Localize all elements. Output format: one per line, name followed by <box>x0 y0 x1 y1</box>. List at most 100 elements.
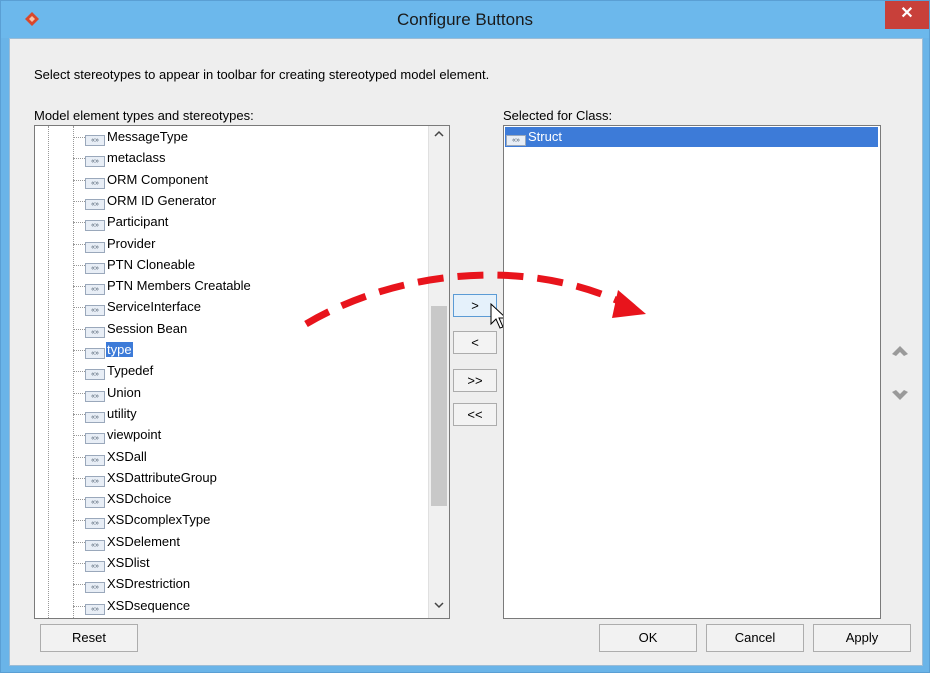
tree-item[interactable]: «» XSDattributeGroup <box>85 468 218 488</box>
tree-guide-line <box>48 126 49 618</box>
tree-connector <box>73 499 85 501</box>
left-scrollbar[interactable] <box>428 126 449 618</box>
tree-item-label: XSDrestriction <box>107 576 191 592</box>
tree-connector <box>73 520 85 522</box>
tree-item-label: XSDelement <box>107 533 180 549</box>
tree-item[interactable]: «» utility <box>85 404 138 424</box>
tree-item[interactable]: «» Union <box>85 383 142 403</box>
chevron-down-icon <box>434 602 444 609</box>
tree-item[interactable]: «» MessageType <box>85 127 189 147</box>
stereotype-icon: «» <box>85 220 105 232</box>
list-item[interactable]: «» Struct <box>505 127 878 147</box>
tree-item[interactable]: «» Session Bean <box>85 319 188 339</box>
tree-connector <box>73 286 85 288</box>
tree-connector <box>73 477 85 479</box>
tree-item-label: XSDattributeGroup <box>107 469 217 485</box>
tree-item[interactable]: «» Participant <box>85 212 169 232</box>
stereotype-icon: «» <box>85 348 105 359</box>
stereotype-icon: «» <box>85 518 105 530</box>
dialog-content: Select stereotypes to appear in toolbar … <box>9 38 923 666</box>
window-title: Configure Buttons <box>396 10 534 29</box>
tree-item-label: viewpoint <box>107 427 162 443</box>
tree-item[interactable]: «» XSDchoice <box>85 489 172 509</box>
remove-button[interactable]: < <box>453 331 497 354</box>
tree-item-label: ORM ID Generator <box>107 192 217 208</box>
model-types-label: Model element types and stereotypes: <box>34 108 254 123</box>
selected-stereotypes-list[interactable]: «» Struct <box>503 125 881 619</box>
chevron-up-icon <box>434 130 444 137</box>
stereotype-icon: «» <box>85 262 105 274</box>
tree-item[interactable]: «» XSDlist <box>85 553 151 573</box>
tree-item-label: PTN Cloneable <box>107 256 196 272</box>
stereotype-icon: «» <box>85 582 105 594</box>
stereotype-icon: «» <box>85 603 105 615</box>
stereotype-icon: «» <box>85 241 105 253</box>
tree-item[interactable]: «» Typedef <box>85 361 154 381</box>
tree-item[interactable]: «» metaclass <box>85 148 167 168</box>
move-up-icon[interactable] <box>890 344 910 358</box>
tree-connector <box>73 563 85 564</box>
tree-connector <box>73 392 85 394</box>
tree-connector <box>73 137 85 138</box>
tree-connector <box>73 435 85 437</box>
add-all-button[interactable]: >> <box>453 369 497 392</box>
stereotype-icon: «» <box>506 135 526 146</box>
title-bar[interactable]: Configure Buttons ✕ <box>1 1 929 38</box>
move-down-icon[interactable] <box>890 388 910 402</box>
reset-button[interactable]: Reset <box>40 624 138 652</box>
tree-item[interactable]: «» ORM ID Generator <box>85 191 217 211</box>
tree-item[interactable]: «» PTN Members Creatable <box>85 276 252 296</box>
tree-item-label: type <box>106 342 133 357</box>
tree-item[interactable]: «» ServiceInterface <box>85 297 202 317</box>
stereotype-icon: «» <box>85 177 105 189</box>
tree-item[interactable]: «» ORM Component <box>85 170 209 190</box>
stereotype-icon: «» <box>85 433 105 445</box>
configure-buttons-dialog: Configure Buttons ✕ Select stereotypes t… <box>0 0 930 673</box>
tree-item[interactable]: «» viewpoint <box>85 425 162 445</box>
scroll-up-arrow[interactable] <box>430 129 448 141</box>
stereotype-icon: «» <box>85 411 105 423</box>
tree-item-label: utility <box>107 405 137 421</box>
annotation-arrow <box>304 271 646 328</box>
tree-connector <box>73 541 85 543</box>
ok-button[interactable]: OK <box>599 624 697 652</box>
stereotype-icon: «» <box>85 497 105 509</box>
tree-item-label: Typedef <box>107 363 154 379</box>
tree-item[interactable]: «» XSDcomplexType <box>85 510 211 530</box>
tree-connector <box>73 350 85 351</box>
tree-item[interactable]: «» XSDall <box>85 447 148 467</box>
tree-connector <box>73 179 85 181</box>
scroll-down-arrow[interactable] <box>430 600 448 612</box>
stereotype-icon: «» <box>85 284 105 296</box>
tree-item-label: XSDcomplexType <box>107 512 211 528</box>
tree-connector <box>73 158 85 160</box>
tree-item[interactable]: «» XSDelement <box>85 532 181 552</box>
tree-item-label: MessageType <box>107 129 188 144</box>
stereotype-icon: «» <box>85 305 105 317</box>
tree-connector <box>73 307 85 309</box>
tree-connector <box>73 413 85 415</box>
model-types-tree[interactable]: «» MessageType «» metaclass «» ORM Component «… <box>34 125 450 619</box>
scroll-thumb[interactable] <box>431 306 447 506</box>
tree-connector <box>73 456 85 458</box>
tree-item[interactable]: «» PTN Cloneable <box>85 255 196 275</box>
tree-item-label: XSDchoice <box>107 491 172 507</box>
apply-button[interactable]: Apply <box>813 624 911 652</box>
tree-item[interactable]: «» XSDrestriction <box>85 574 191 594</box>
tree-item[interactable]: «» type <box>85 340 133 360</box>
cancel-button[interactable]: Cancel <box>706 624 804 652</box>
tree-item[interactable]: «» Provider <box>85 234 156 254</box>
close-button[interactable]: ✕ <box>885 1 929 29</box>
selected-for-class-label: Selected for Class: <box>503 108 613 123</box>
tree-item-label: Participant <box>107 214 169 230</box>
tree-item-label: PTN Members Creatable <box>107 278 251 294</box>
stereotype-icon: «» <box>85 390 105 402</box>
tree-connector <box>73 328 85 330</box>
stereotype-icon: «» <box>85 156 105 168</box>
tree-item-label: metaclass <box>107 150 166 166</box>
tree-item[interactable]: «» XSDsequence <box>85 596 191 616</box>
remove-all-button[interactable]: << <box>453 403 497 426</box>
tree-item-label: XSDall <box>107 448 147 464</box>
tree-item-label: XSDsequence <box>107 597 191 613</box>
list-item-label: Struct <box>528 129 562 144</box>
